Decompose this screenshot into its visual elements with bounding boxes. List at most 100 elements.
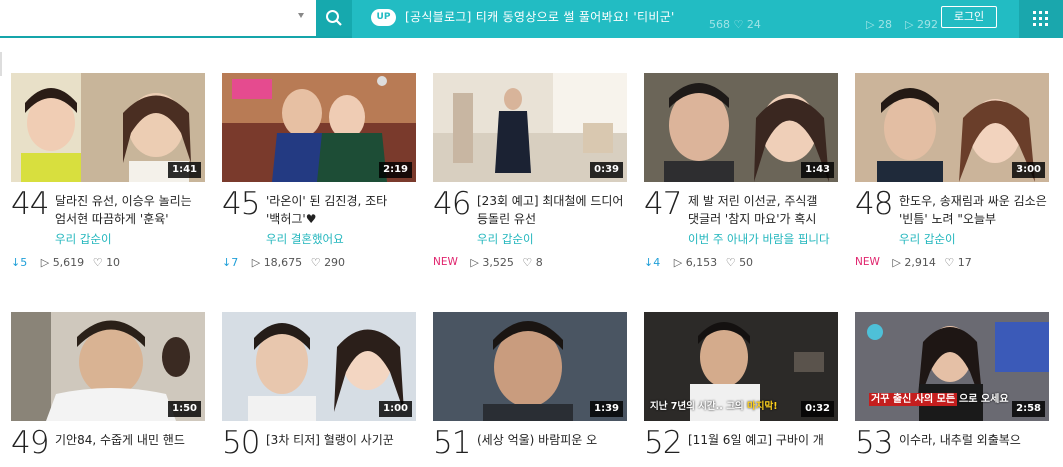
video-card[interactable]: 0:39 46 [23회 예고] 최대철에 드디어 등돌린 유선 우리 갑순이 …: [433, 73, 627, 269]
duration-badge: 1:43: [801, 162, 834, 178]
caret-down-icon[interactable]: [298, 13, 304, 18]
heart-icon: ♡: [522, 255, 533, 269]
rank-number: 47: [644, 186, 682, 222]
duration-badge: 1:00: [379, 401, 412, 417]
video-thumbnail[interactable]: 1:41: [11, 73, 205, 182]
video-thumbnail[interactable]: 1:00: [222, 312, 416, 421]
rank-number: 53: [855, 425, 893, 461]
duration-badge: 0:39: [590, 162, 623, 178]
rank-number: 50: [222, 425, 260, 461]
view-count: 6,153: [685, 255, 718, 269]
rank-number: 46: [433, 186, 471, 222]
duration-badge: 1:41: [168, 162, 201, 178]
heart-icon: ♡: [944, 255, 955, 269]
video-card[interactable]: 2:19 45 '라온이' 된 김진경, 조타 '백허그'♥ 우리 결혼했어요 …: [222, 73, 416, 269]
video-title[interactable]: (세상 억울) 바람피운 오: [477, 431, 627, 467]
video-card[interactable]: 3:00 48 한도우, 송재림과 싸운 김소은 '빈틈' 노려 "오늘부 우리…: [855, 73, 1049, 269]
video-thumbnail[interactable]: 0:39: [433, 73, 627, 182]
video-card[interactable]: 지난 7년의 시간.. 그의 마지막! 0:32 52 [11월 6일 예고] …: [644, 312, 838, 461]
video-card[interactable]: 1:50 49 기안84, 수줍게 내민 핸드: [11, 312, 205, 461]
search-input[interactable]: [0, 0, 316, 36]
video-title[interactable]: [11월 6일 예고] 구바이 개: [688, 431, 838, 467]
rank-change: ↓4: [644, 255, 661, 269]
login-button[interactable]: 로그인: [941, 6, 997, 28]
side-divider: [0, 52, 2, 76]
duration-badge: 0:32: [801, 401, 834, 417]
video-card[interactable]: 1:00 50 [3차 티저] 혈랭이 사기꾼: [222, 312, 416, 461]
video-title[interactable]: '라온이' 된 김진경, 조타 '백허그'♥: [266, 192, 416, 228]
channel-link[interactable]: 우리 결혼했어요: [266, 231, 416, 247]
channel-link[interactable]: 우리 갑순이: [55, 231, 205, 247]
view-count: 18,675: [263, 255, 303, 269]
like-count: 8: [535, 255, 543, 269]
heart-icon: ♡: [725, 255, 736, 269]
channel-link[interactable]: 우리 갑순이: [477, 231, 627, 247]
play-icon: ▷: [673, 255, 683, 269]
notice-link[interactable]: [공식블로그] 티캐 동영상으로 썰 풀어봐요! '티비군': [405, 8, 675, 25]
rank-number: 44: [11, 186, 49, 222]
video-title[interactable]: 이수라, 내추럴 외출복으: [899, 431, 1049, 467]
rank-number: 52: [644, 425, 682, 461]
video-thumbnail[interactable]: 2:19: [222, 73, 416, 182]
video-card[interactable]: 거꾸 출신 사의 모든 으로 오세요 2:58 53 이수라, 내추럴 외출복으: [855, 312, 1049, 461]
video-thumbnail[interactable]: 1:50: [11, 312, 205, 421]
video-title[interactable]: 달라진 유선, 이승우 놀리는 엄서현 따끔하게 '훈육': [55, 192, 205, 228]
duration-badge: 2:19: [379, 162, 412, 178]
video-stats: NEW ▷ 3,525 ♡ 8: [433, 255, 543, 269]
play-icon: ▷: [251, 255, 261, 269]
video-title[interactable]: 기안84, 수줍게 내민 핸드: [55, 431, 205, 467]
view-count: 3,525: [482, 255, 514, 269]
up-badge: UP: [371, 9, 396, 26]
video-title[interactable]: 한도우, 송재림과 싸운 김소은 '빈틈' 노려 "오늘부: [899, 192, 1049, 228]
video-title[interactable]: [23회 예고] 최대철에 드디어 등돌린 유선: [477, 192, 627, 228]
search-button[interactable]: [316, 0, 352, 36]
heart-icon: ♡: [310, 255, 321, 269]
duration-badge: 1:39: [590, 401, 623, 417]
thumbnail-caption: 지난 7년의 시간.. 그의 마지막!: [650, 401, 778, 412]
faded-stats: ▷ 292.7: [905, 18, 937, 31]
view-count: 2,914: [904, 255, 936, 269]
video-stats: ↓7 ▷ 18,675 ♡ 290: [222, 255, 345, 269]
apps-grid-icon[interactable]: [1019, 0, 1063, 38]
duration-badge: 3:00: [1012, 162, 1045, 178]
like-count: 17: [957, 255, 972, 269]
video-card[interactable]: 1:39 51 (세상 억울) 바람피운 오: [433, 312, 627, 461]
video-card[interactable]: 1:41 44 달라진 유선, 이승우 놀리는 엄서현 따끔하게 '훈육' 우리…: [11, 73, 205, 269]
play-icon: ▷: [892, 255, 901, 269]
rank-number: 48: [855, 186, 893, 222]
new-badge: NEW: [433, 256, 458, 268]
like-count: 290: [324, 255, 346, 269]
video-card[interactable]: 1:43 47 제 발 저린 이선균, 주식갤 댓글러 '참지 마요'가 혹시 …: [644, 73, 838, 269]
faded-stats: 568 ♡ 24: [709, 18, 761, 31]
video-title[interactable]: 제 발 저린 이선균, 주식갤 댓글러 '참지 마요'가 혹시: [688, 192, 838, 228]
rank-change: ↓5: [11, 255, 28, 269]
like-count: 10: [106, 255, 121, 269]
channel-link[interactable]: 우리 갑순이: [899, 231, 1049, 247]
rank-change: ↓7: [222, 255, 239, 269]
video-title[interactable]: [3차 티저] 혈랭이 사기꾼: [266, 431, 416, 467]
rank-number: 49: [11, 425, 49, 461]
video-thumbnail[interactable]: 거꾸 출신 사의 모든 으로 오세요 2:58: [855, 312, 1049, 421]
top-bar: UP [공식블로그] 티캐 동영상으로 썰 풀어봐요! '티비군' 568 ♡ …: [0, 0, 1063, 38]
play-icon: ▷: [470, 255, 479, 269]
channel-link[interactable]: 이번 주 아내가 바람을 핍니다: [688, 231, 838, 247]
search-icon: [326, 10, 342, 26]
search-underline: [0, 36, 352, 38]
video-thumbnail[interactable]: 1:39: [433, 312, 627, 421]
video-thumbnail[interactable]: 지난 7년의 시간.. 그의 마지막! 0:32: [644, 312, 838, 421]
heart-icon: ♡: [92, 255, 103, 269]
video-stats: NEW ▷ 2,914 ♡ 17: [855, 255, 972, 269]
rank-number: 45: [222, 186, 260, 222]
video-thumbnail[interactable]: 1:43: [644, 73, 838, 182]
duration-badge: 2:58: [1012, 401, 1045, 417]
faded-stats: ▷ 28: [866, 18, 892, 31]
view-count: 5,619: [52, 255, 85, 269]
play-icon: ▷: [40, 255, 50, 269]
video-thumbnail[interactable]: 3:00: [855, 73, 1049, 182]
rank-number: 51: [433, 425, 471, 461]
duration-badge: 1:50: [168, 401, 201, 417]
video-stats: ↓5 ▷ 5,619 ♡ 10: [11, 255, 120, 269]
thumbnail-caption: 거꾸 출신 사의 모든 으로 오세요: [869, 393, 1009, 406]
new-badge: NEW: [855, 256, 880, 268]
video-stats: ↓4 ▷ 6,153 ♡ 50: [644, 255, 753, 269]
